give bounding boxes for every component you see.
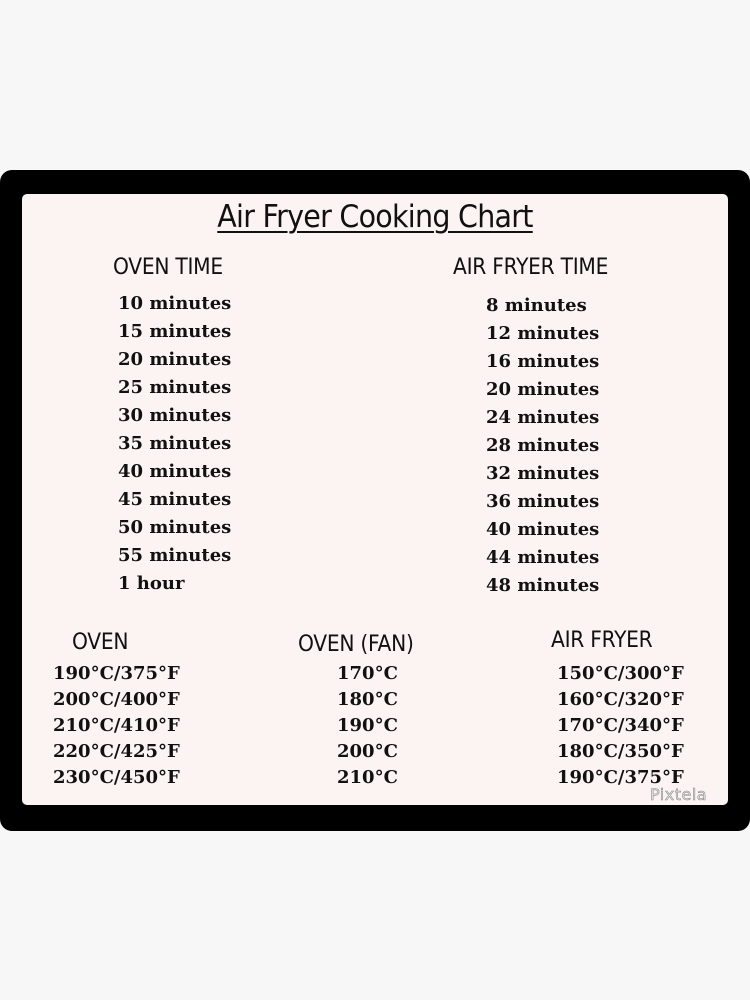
oven-time-item: 40 minutes [118,461,232,482]
oven-fan-temp-item: 180°C [337,689,398,710]
oven-fan-temp-item: 190°C [337,715,398,736]
air-fryer-temp-item: 160°C/320°F [557,689,684,710]
air-fryer-time-item: 32 minutes [486,463,600,484]
air-fryer-time-item: 36 minutes [486,491,600,512]
air-fryer-time-item: 16 minutes [486,351,600,372]
oven-fan-temp-item: 210°C [337,767,398,788]
oven-temp-item: 230°C/450°F [53,767,180,788]
watermark: Pixtela [650,785,708,805]
oven-temp-item: 220°C/425°F [53,741,180,762]
oven-time-item: 10 minutes [118,293,232,314]
air-fryer-time-item: 40 minutes [486,519,600,540]
oven-time-item: 35 minutes [118,433,232,454]
air-fryer-time-item: 28 minutes [486,435,600,456]
oven-fan-temp-heading: OVEN (FAN) [298,632,414,657]
air-fryer-time-list: 8 minutes 12 minutes 16 minutes 20 minut… [486,292,599,600]
air-fryer-temp-item: 170°C/340°F [557,715,684,736]
air-fryer-time-item: 48 minutes [486,575,600,596]
oven-time-item: 30 minutes [118,405,232,426]
oven-time-item: 45 minutes [118,489,232,510]
air-fryer-temp-heading: AIR FRYER [551,628,653,653]
oven-temp-heading: OVEN [72,630,129,655]
oven-temp-list: 190°C/375°F 200°C/400°F 210°C/410°F 220°… [53,661,180,791]
air-fryer-time-item: 12 minutes [486,323,600,344]
oven-time-item: 15 minutes [118,321,232,342]
air-fryer-time-heading: AIR FRYER TIME [453,255,609,280]
air-fryer-temp-item: 180°C/350°F [557,741,684,762]
air-fryer-time-item: 20 minutes [486,379,600,400]
air-fryer-time-item: 8 minutes [486,295,587,316]
chart-title: Air Fryer Cooking Chart [30,199,720,235]
oven-fan-temp-list: 170°C 180°C 190°C 200°C 210°C [337,661,398,791]
oven-time-list: 10 minutes 15 minutes 20 minutes 25 minu… [118,290,231,598]
oven-time-item: 50 minutes [118,517,232,538]
oven-time-item: 55 minutes [118,545,232,566]
oven-temp-item: 210°C/410°F [53,715,180,736]
air-fryer-time-item: 44 minutes [486,547,600,568]
oven-time-heading: OVEN TIME [113,255,223,280]
oven-time-item: 1 hour [118,573,185,594]
air-fryer-time-item: 24 minutes [486,407,600,428]
chart-title-text: Air Fryer Cooking Chart [217,199,533,235]
air-fryer-temp-list: 150°C/300°F 160°C/320°F 170°C/340°F 180°… [557,661,684,791]
oven-temp-item: 190°C/375°F [53,663,180,684]
oven-fan-temp-item: 170°C [337,663,398,684]
oven-fan-temp-item: 200°C [337,741,398,762]
air-fryer-temp-item: 150°C/300°F [557,663,684,684]
oven-time-item: 25 minutes [118,377,232,398]
oven-time-item: 20 minutes [118,349,232,370]
oven-temp-item: 200°C/400°F [53,689,180,710]
